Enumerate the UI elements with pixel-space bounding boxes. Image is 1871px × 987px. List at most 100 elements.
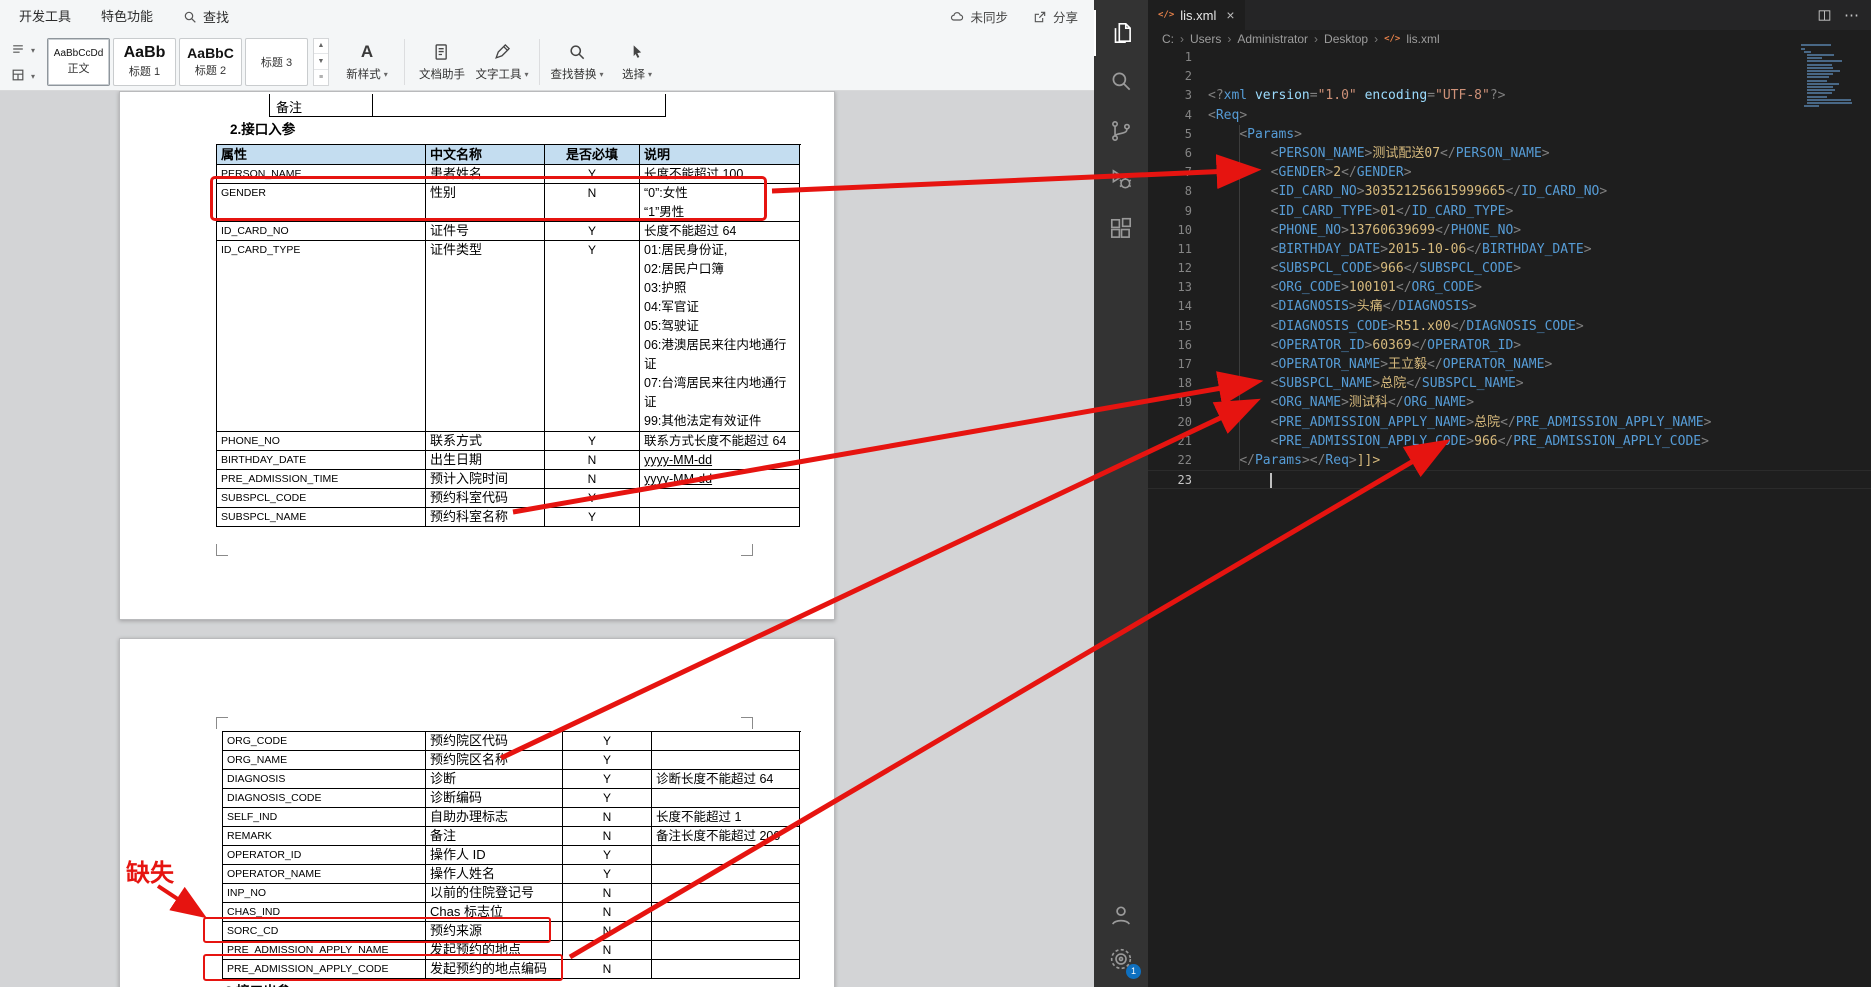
- cell-required[interactable]: N: [563, 941, 652, 960]
- cell-name[interactable]: 自助办理标志: [426, 808, 563, 827]
- cell-desc[interactable]: [652, 865, 800, 884]
- cell-required[interactable]: Y: [545, 241, 640, 432]
- cell-required[interactable]: N: [563, 827, 652, 846]
- split-editor-icon[interactable]: [1817, 8, 1832, 23]
- cell-required[interactable]: N: [563, 960, 652, 979]
- cell-name[interactable]: Chas 标志位: [426, 903, 563, 922]
- code-text[interactable]: <DIAGNOSIS>头痛</DIAGNOSIS>: [1208, 297, 1477, 316]
- cell-required[interactable]: Y: [545, 508, 640, 527]
- cell-required[interactable]: Y: [545, 222, 640, 241]
- code-text[interactable]: <OPERATOR_NAME>王立毅</OPERATOR_NAME>: [1208, 355, 1553, 374]
- line-number[interactable]: 22: [1148, 451, 1208, 470]
- breadcrumb-item[interactable]: Desktop: [1324, 32, 1368, 46]
- code-text[interactable]: <DIAGNOSIS_CODE>R51.x00</DIAGNOSIS_CODE>: [1208, 317, 1584, 336]
- cell-required[interactable]: Y: [545, 165, 640, 184]
- cell-desc[interactable]: [652, 960, 800, 979]
- cell-attr[interactable]: SUBSPCL_NAME: [217, 508, 426, 527]
- code-line-2[interactable]: 2: [1148, 67, 1871, 86]
- cell-name[interactable]: 出生日期: [426, 451, 545, 470]
- code-line-15[interactable]: 15 <DIAGNOSIS_CODE>R51.x00</DIAGNOSIS_CO…: [1148, 317, 1871, 336]
- cell-required[interactable]: Y: [545, 489, 640, 508]
- cell-attr[interactable]: ORG_NAME: [223, 751, 426, 770]
- line-number[interactable]: 7: [1148, 163, 1208, 182]
- cell-name[interactable]: 操作人 ID: [426, 846, 563, 865]
- cell-required[interactable]: Y: [545, 432, 640, 451]
- gallery-more-icon[interactable]: ≡: [314, 70, 328, 85]
- line-number[interactable]: 23: [1148, 471, 1208, 488]
- cell-required[interactable]: N: [545, 184, 640, 222]
- cell-name[interactable]: 备注: [426, 827, 563, 846]
- cell-desc[interactable]: [652, 732, 800, 751]
- cell-attr[interactable]: REMARK: [223, 827, 426, 846]
- cell-attr[interactable]: ORG_CODE: [223, 732, 426, 751]
- minimap[interactable]: [1801, 38, 1863, 128]
- cell-attr[interactable]: GENDER: [217, 184, 426, 222]
- style-card-heading1[interactable]: AaBb 标题 1: [113, 37, 177, 86]
- cell-attr[interactable]: ID_CARD_NO: [217, 222, 426, 241]
- cell-name[interactable]: 患者姓名: [426, 165, 545, 184]
- activity-extensions[interactable]: [1094, 206, 1148, 252]
- line-number[interactable]: 3: [1148, 86, 1208, 105]
- cell-name[interactable]: 预约院区名称: [426, 751, 563, 770]
- cell-desc[interactable]: 联系方式长度不能超过 64: [640, 432, 800, 451]
- fragment-cell-text[interactable]: 备注: [276, 97, 302, 116]
- line-number[interactable]: 1: [1148, 48, 1208, 67]
- cell-attr[interactable]: PRE_ADMISSION_APPLY_CODE: [223, 960, 426, 979]
- code-text[interactable]: <PRE_ADMISSION_APPLY_CODE>966</PRE_ADMIS…: [1208, 432, 1709, 451]
- cell-attr[interactable]: INP_NO: [223, 884, 426, 903]
- line-number[interactable]: 4: [1148, 106, 1208, 125]
- cell-attr[interactable]: ID_CARD_TYPE: [217, 241, 426, 432]
- cell-desc[interactable]: [640, 508, 800, 527]
- code-line-12[interactable]: 12 <SUBSPCL_CODE>966</SUBSPCL_CODE>: [1148, 259, 1871, 278]
- code-text[interactable]: <OPERATOR_ID>60369</OPERATOR_ID>: [1208, 336, 1521, 355]
- cell-required[interactable]: Y: [563, 770, 652, 789]
- code-text[interactable]: <Req>: [1208, 106, 1247, 125]
- cell-name[interactable]: 性别: [426, 184, 545, 222]
- header-name[interactable]: 中文名称: [426, 145, 545, 165]
- code-line-5[interactable]: 5 <Params>: [1148, 125, 1871, 144]
- cell-desc[interactable]: 长度不能超过 100: [640, 165, 800, 184]
- code-text[interactable]: <ID_CARD_NO>303521256615999665</ID_CARD_…: [1208, 182, 1608, 201]
- header-desc[interactable]: 说明: [640, 145, 800, 165]
- cell-name[interactable]: 证件类型: [426, 241, 545, 432]
- cell-name[interactable]: 证件号: [426, 222, 545, 241]
- cell-desc[interactable]: [652, 751, 800, 770]
- cell-name[interactable]: 发起预约的地点: [426, 941, 563, 960]
- section-heading-output-params[interactable]: 3.接口出参: [225, 980, 290, 987]
- code-line-11[interactable]: 11 <BIRTHDAY_DATE>2015-10-06</BIRTHDAY_D…: [1148, 240, 1871, 259]
- cell-attr[interactable]: BIRTHDAY_DATE: [217, 451, 426, 470]
- cell-desc[interactable]: “0”:女性 “1”男性: [640, 184, 800, 222]
- share-button[interactable]: 分享: [1032, 7, 1078, 26]
- cell-attr[interactable]: SELF_IND: [223, 808, 426, 827]
- code-text[interactable]: <?xml version="1.0" encoding="UTF-8"?>: [1208, 86, 1505, 105]
- line-number[interactable]: 20: [1148, 413, 1208, 432]
- cell-required[interactable]: Y: [563, 865, 652, 884]
- cell-required[interactable]: N: [563, 903, 652, 922]
- cell-required[interactable]: N: [563, 884, 652, 903]
- cell-attr[interactable]: DIAGNOSIS: [223, 770, 426, 789]
- header-attr[interactable]: 属性: [217, 145, 426, 165]
- more-actions-icon[interactable]: ⋯: [1844, 8, 1859, 23]
- cell-attr[interactable]: PRE_ADMISSION_APPLY_NAME: [223, 941, 426, 960]
- cell-attr[interactable]: PHONE_NO: [217, 432, 426, 451]
- layout-tool-button[interactable]: [8, 64, 37, 86]
- menubar-search[interactable]: 查找: [168, 7, 243, 26]
- tab-lis-xml[interactable]: </> lis.xml ×: [1148, 0, 1245, 30]
- cell-name[interactable]: 发起预约的地点编码: [426, 960, 563, 979]
- code-line-9[interactable]: 9 <ID_CARD_TYPE>01</ID_CARD_TYPE>: [1148, 202, 1871, 221]
- code-text[interactable]: <GENDER>2</GENDER>: [1208, 163, 1412, 182]
- style-card-heading2[interactable]: AaBbC 标题 2: [179, 37, 243, 86]
- cell-desc[interactable]: 诊断长度不能超过 64: [652, 770, 800, 789]
- section-heading-input-params[interactable]: 2.接口入参: [230, 118, 295, 138]
- cell-desc[interactable]: [652, 922, 800, 941]
- cell-desc[interactable]: yyyy-MM-dd: [640, 470, 800, 489]
- code-line-19[interactable]: 19 <ORG_NAME>测试科</ORG_NAME>: [1148, 393, 1871, 412]
- line-number[interactable]: 15: [1148, 317, 1208, 336]
- line-number[interactable]: 5: [1148, 125, 1208, 144]
- code-line-22[interactable]: 22 </Params></Req>]]>: [1148, 451, 1871, 470]
- cell-desc[interactable]: yyyy-MM-dd: [640, 451, 800, 470]
- code-text[interactable]: <PHONE_NO>13760639699</PHONE_NO>: [1208, 221, 1521, 240]
- cell-attr[interactable]: SUBSPCL_CODE: [217, 489, 426, 508]
- cell-required[interactable]: N: [563, 922, 652, 941]
- cell-desc[interactable]: [652, 903, 800, 922]
